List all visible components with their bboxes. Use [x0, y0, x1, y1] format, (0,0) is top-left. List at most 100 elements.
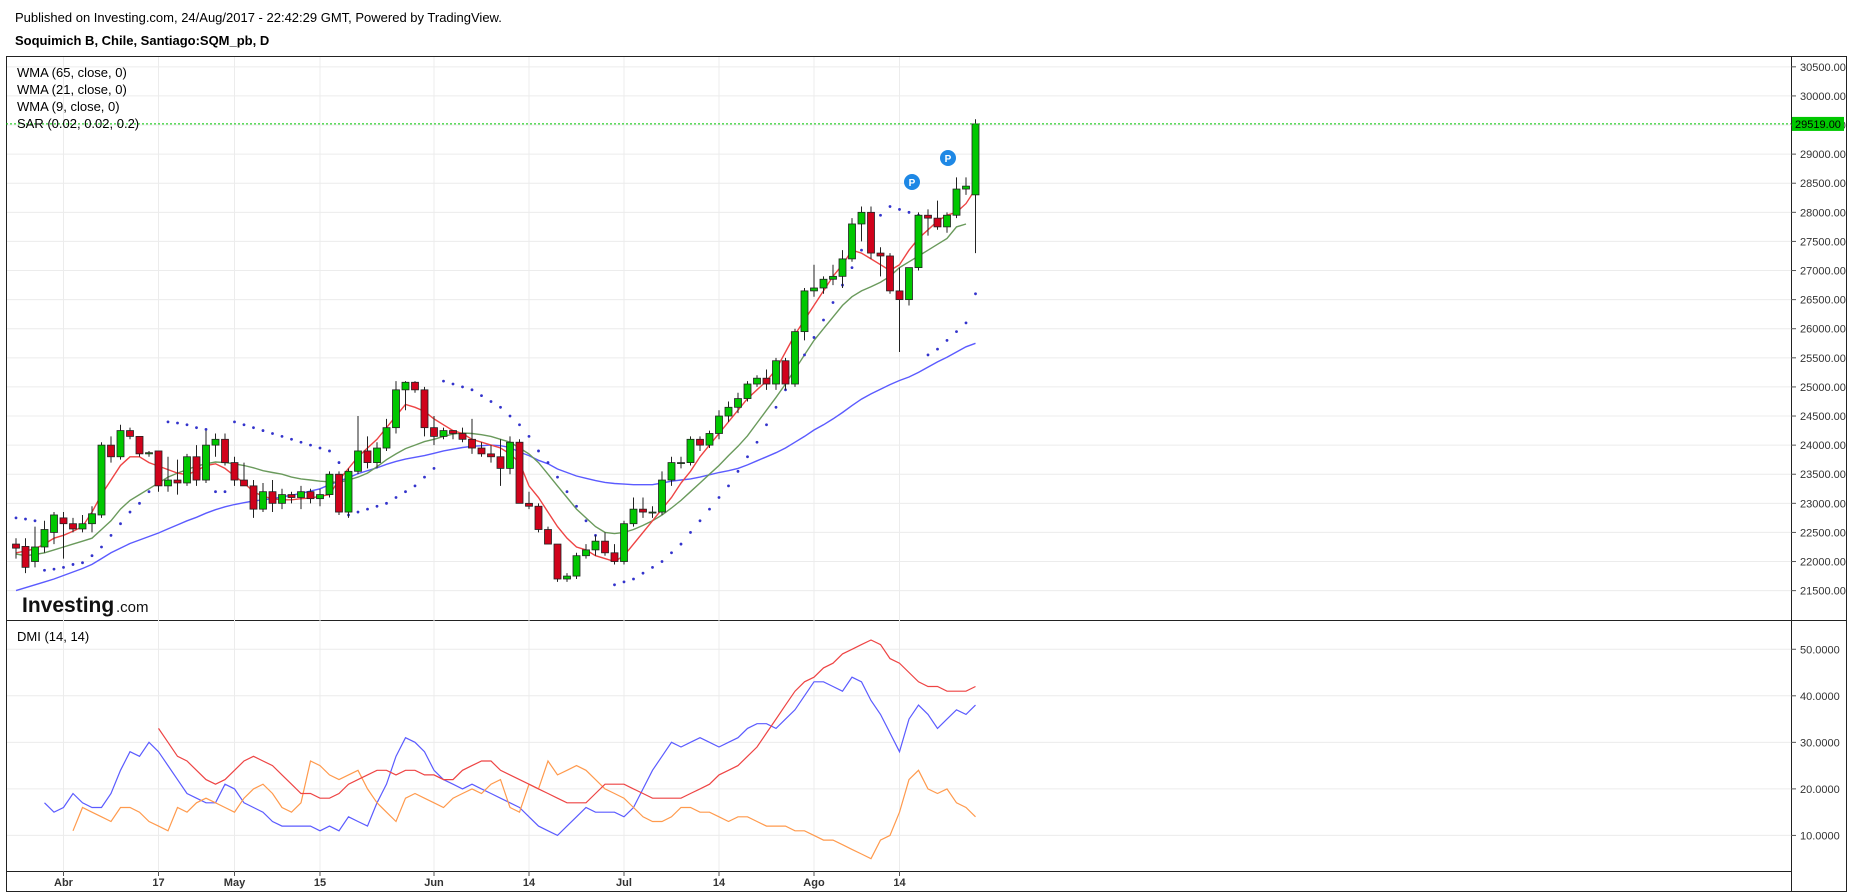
candle-body: [468, 438, 476, 449]
price-tick-label: 28500.00: [1800, 178, 1846, 190]
sar-dot: [423, 475, 426, 479]
candle-body: [135, 435, 144, 455]
sar-dot: [119, 522, 122, 526]
svg-text:P: P: [909, 178, 916, 189]
candle: [800, 287, 809, 341]
candle: [696, 436, 704, 451]
candle-body: [705, 433, 714, 446]
candle-body: [886, 255, 894, 292]
price-tick-label: 24000.00: [1800, 440, 1846, 452]
time-tick-label: Ago: [803, 877, 825, 889]
sar-dot: [176, 421, 179, 425]
candle-body: [164, 479, 172, 487]
candle-body: [772, 360, 780, 385]
sar-dot: [632, 577, 635, 581]
candle-body: [439, 430, 448, 437]
sar-dot: [81, 561, 84, 565]
candle: [553, 543, 562, 582]
candle: [933, 200, 942, 230]
dmi-minus-line: [72, 759, 976, 860]
sar-dot: [299, 440, 303, 444]
candle-body: [107, 444, 115, 458]
sar-dot: [660, 560, 664, 563]
price-tick-label: 23500.00: [1800, 469, 1846, 481]
sar-dot: [537, 449, 540, 453]
sar-dot: [62, 565, 65, 569]
sar-dot: [214, 490, 217, 494]
svg-text:.com: .com: [116, 599, 149, 616]
sar-dot: [109, 533, 113, 537]
sar-dot: [90, 554, 94, 558]
candle-body: [677, 462, 685, 464]
candle: [781, 357, 790, 390]
candle-body: [392, 389, 400, 429]
dmi-tick-label: 10.0000: [1800, 830, 1840, 842]
candle-body: [867, 211, 875, 254]
svg-text:Investing: Investing: [22, 594, 114, 617]
sar-dot: [708, 507, 711, 511]
candle: [487, 445, 495, 463]
sar-dot: [242, 423, 246, 427]
candle: [221, 433, 229, 466]
candle: [12, 538, 20, 559]
sar-dot: [195, 426, 198, 430]
time-tick-label: Jul: [616, 877, 632, 889]
candle-body: [202, 444, 210, 481]
candle-body: [21, 545, 30, 568]
candle: [268, 480, 277, 513]
candle-body: [515, 441, 524, 504]
candle: [829, 264, 837, 286]
sar-dot: [185, 423, 189, 427]
sar-dot: [651, 565, 654, 569]
candle: [249, 480, 258, 518]
sar-dot: [518, 423, 521, 427]
candle-body: [715, 415, 723, 434]
candle-body: [924, 214, 932, 219]
candle-body: [430, 427, 438, 437]
time-tick-label: 17: [152, 877, 164, 889]
chart-canvas[interactable]: 30500.0030000.0029500.0029000.0028500.00…: [0, 0, 1854, 896]
candle-body: [173, 479, 182, 484]
candle-body: [553, 543, 562, 580]
event-marker-1[interactable]: P: [904, 174, 920, 190]
sar-dot: [328, 449, 331, 453]
candle-body: [145, 452, 153, 455]
candle-body: [335, 473, 343, 513]
candlestick-series[interactable]: [12, 119, 980, 582]
sar-dot: [898, 208, 901, 211]
candle-body: [819, 278, 828, 289]
candle-body: [658, 479, 666, 513]
candle-body: [667, 462, 676, 481]
svg-text:P: P: [945, 154, 952, 165]
candle-body: [914, 214, 923, 269]
sar-dot: [974, 292, 977, 296]
candle-body: [382, 427, 391, 449]
sar-dot: [565, 490, 569, 494]
candle: [819, 276, 828, 294]
candle-body: [316, 494, 324, 500]
last-price-label: 29519.00: [1795, 119, 1841, 131]
candle-body: [154, 450, 163, 487]
sar-dot: [366, 507, 369, 511]
candle-body: [477, 447, 486, 455]
candle-body: [211, 438, 220, 446]
time-tick-label: 15: [314, 877, 326, 889]
candle-body: [971, 123, 980, 196]
price-tick-label: 30000.00: [1800, 91, 1846, 103]
sar-dot: [138, 501, 141, 505]
dmi-tick-label: 40.0000: [1800, 691, 1840, 703]
candle: [135, 435, 144, 457]
event-marker-2[interactable]: P: [940, 150, 956, 166]
candle-body: [905, 267, 913, 301]
candle: [838, 250, 847, 288]
price-tick-label: 22500.00: [1800, 527, 1846, 539]
dmi-tick-label: 50.0000: [1800, 644, 1840, 656]
sar-dot: [964, 321, 968, 325]
sar-dot: [52, 567, 56, 571]
sar-dot: [128, 510, 132, 514]
candle-body: [50, 514, 58, 533]
candle-body: [487, 453, 495, 458]
candle: [810, 264, 818, 297]
sar-dot: [43, 568, 46, 572]
candle-body: [40, 529, 49, 548]
